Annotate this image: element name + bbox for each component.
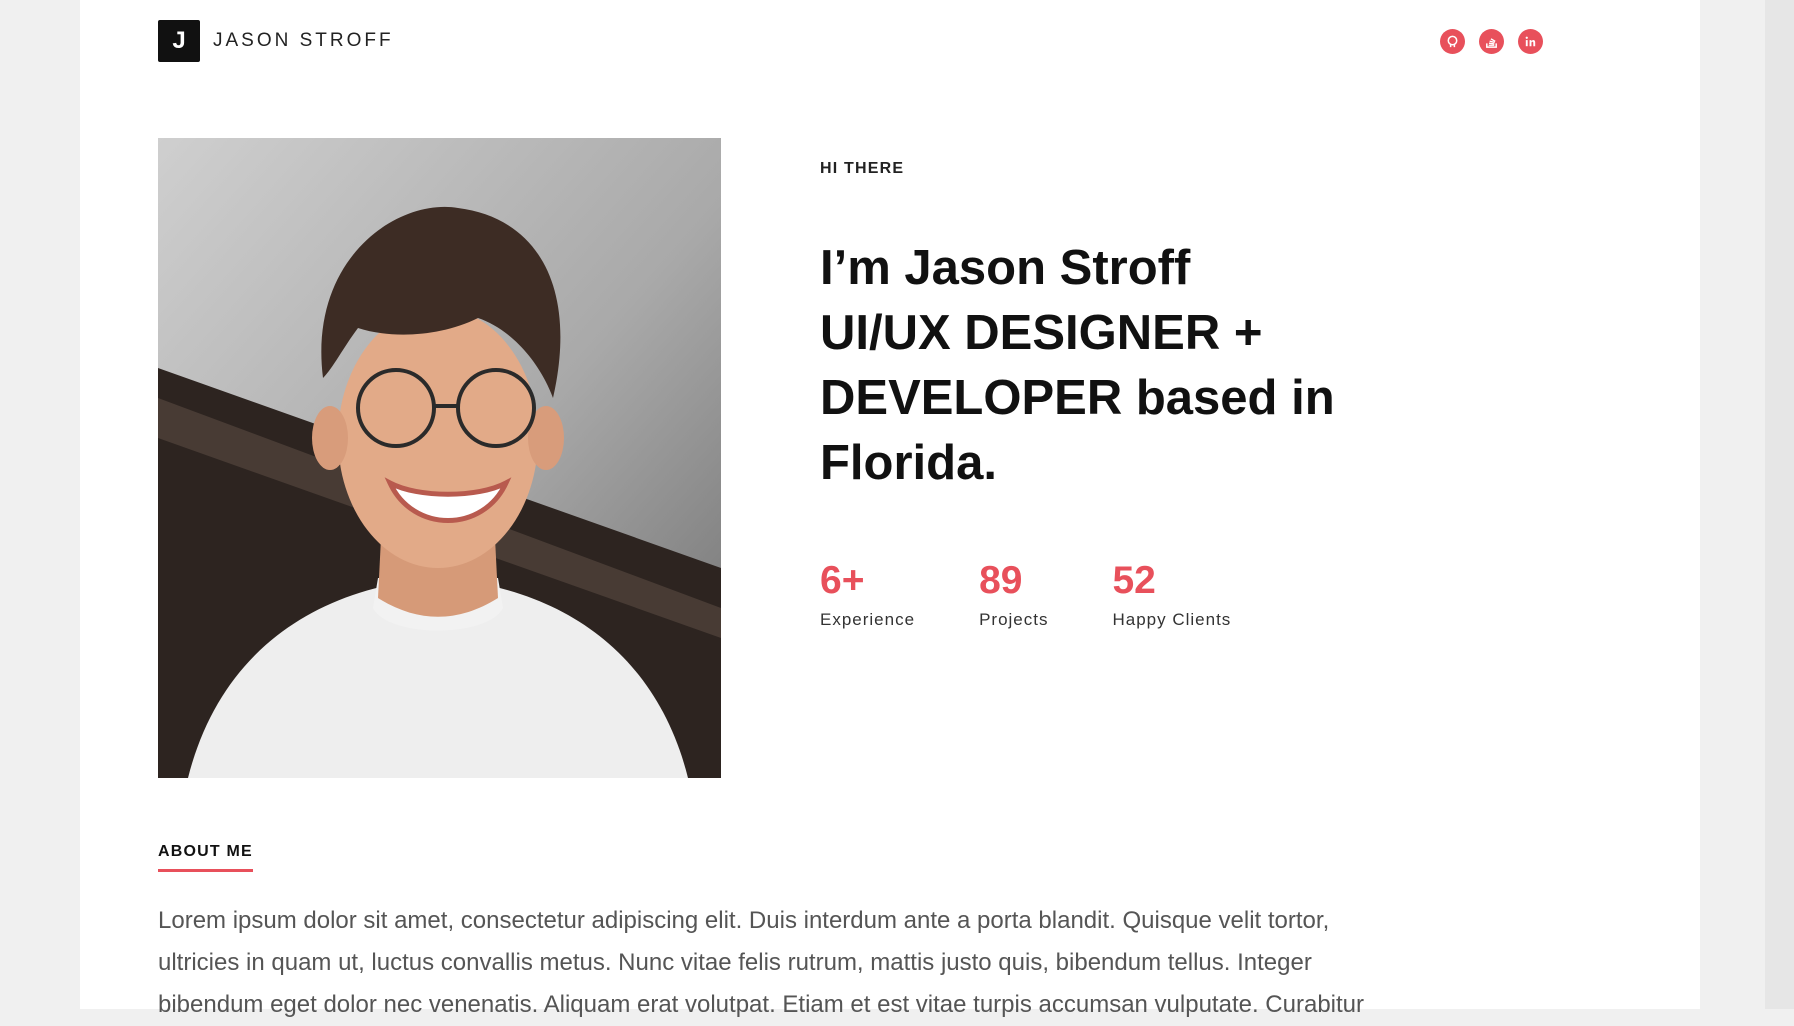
brand-mark: J xyxy=(158,20,200,62)
headline-line: I’m Jason Stroff xyxy=(820,241,1191,295)
github-icon[interactable] xyxy=(1440,29,1465,54)
about-heading: ABOUT ME xyxy=(158,843,253,872)
stat-label: Experience xyxy=(820,610,916,629)
stat-happy-clients: 52 Happy Clients xyxy=(1112,558,1231,630)
hero-headline: I’m Jason Stroff UI/UX DESIGNER + DEVELO… xyxy=(820,236,1520,496)
brand-logo[interactable]: J JASON STROFF xyxy=(158,20,394,62)
brand-name: JASON STROFF xyxy=(213,30,394,51)
profile-photo xyxy=(158,138,721,778)
about-line: Lorem ipsum dolor sit amet, consectetur … xyxy=(158,907,1330,934)
stat-value: 6+ xyxy=(820,559,865,602)
stat-label: Projects xyxy=(979,610,1049,629)
hero-eyebrow: HI THERE xyxy=(820,160,905,177)
page-container: J JASON STROFF HI THERE I’m Jason Stroff… xyxy=(80,0,1700,1018)
about-line: bibendum eget dolor nec venenatis. Aliqu… xyxy=(158,991,1364,1018)
stat-experience: 6+ Experience xyxy=(820,558,915,630)
about-line: ultricies in quam ut, luctus convallis m… xyxy=(158,949,1312,976)
headline-line: Florida. xyxy=(820,436,997,490)
stats-row: 6+ Experience 89 Projects 52 Happy Clien… xyxy=(820,558,1295,630)
about-paragraph: Lorem ipsum dolor sit amet, consectetur … xyxy=(158,900,1658,1026)
stat-value: 89 xyxy=(979,559,1023,602)
stat-label: Happy Clients xyxy=(1112,610,1232,629)
hero-section: HI THERE I’m Jason Stroff UI/UX DESIGNER… xyxy=(820,160,1520,496)
page-gutter xyxy=(1765,0,1794,1009)
stat-projects: 89 Projects xyxy=(979,558,1048,630)
headline-line: UI/UX DESIGNER + xyxy=(820,306,1263,360)
stat-value: 52 xyxy=(1112,559,1156,602)
headline-line: DEVELOPER based in xyxy=(820,371,1335,425)
linkedin-icon[interactable] xyxy=(1518,29,1543,54)
social-links xyxy=(1440,29,1543,54)
stackoverflow-icon[interactable] xyxy=(1479,29,1504,54)
